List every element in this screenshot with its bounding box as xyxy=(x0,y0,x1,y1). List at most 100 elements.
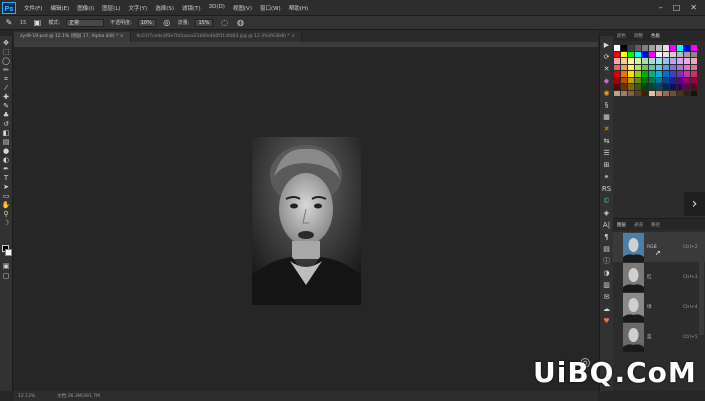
menu-item-6[interactable]: 滤镜(T) xyxy=(178,4,205,12)
brush-tool-icon[interactable]: ✎ xyxy=(4,18,14,28)
rs-plugin-icon[interactable]: RS xyxy=(602,184,612,194)
brush-panel-icon[interactable]: ▣ xyxy=(32,18,42,28)
clone-source-icon[interactable]: ⚭ xyxy=(602,172,612,182)
color-swatch[interactable] xyxy=(656,64,662,70)
color-swatch[interactable] xyxy=(691,71,697,77)
channel-row[interactable]: 绿 Ctrl+4 xyxy=(613,292,705,322)
lasso-tool-icon[interactable]: ◯ xyxy=(1,57,11,66)
color-swatch[interactable] xyxy=(684,58,690,64)
color-swatch[interactable] xyxy=(649,51,655,57)
blur-tool-icon[interactable]: ● xyxy=(1,147,11,156)
channel-row[interactable]: 蓝 Ctrl+5 xyxy=(613,322,705,352)
color-swatch[interactable] xyxy=(684,77,690,83)
airbrush-icon[interactable]: ◌ xyxy=(219,18,229,28)
brush-tool-icon[interactable]: ✎ xyxy=(1,102,11,111)
zoom-level[interactable]: 12.13% xyxy=(18,394,35,399)
color-swatch[interactable] xyxy=(635,90,641,96)
pen-tool-icon[interactable]: ✒ xyxy=(1,165,11,174)
color-swatch[interactable] xyxy=(628,58,634,64)
menu-item-4[interactable]: 文字(Y) xyxy=(125,4,152,12)
cloud-icon[interactable]: ☁ xyxy=(602,304,612,314)
color-swatch[interactable] xyxy=(642,71,648,77)
shape-tool-icon[interactable]: ▭ xyxy=(1,192,11,201)
adjustments-icon[interactable]: ◑ xyxy=(602,268,612,278)
pressure-opacity-icon[interactable]: ◎ xyxy=(162,18,172,28)
hand-tool-icon[interactable]: ✋ xyxy=(1,201,11,210)
portrait-photo[interactable] xyxy=(252,137,361,305)
move-tool-icon[interactable]: ✥ xyxy=(1,39,11,48)
minimize-button[interactable]: – xyxy=(659,3,663,12)
paragraph-icon[interactable]: ¶ xyxy=(602,232,612,242)
color-swatch[interactable] xyxy=(628,45,634,51)
color-swatch[interactable] xyxy=(677,64,683,70)
color-swatch[interactable] xyxy=(628,51,634,57)
libraries-icon[interactable]: ♥ xyxy=(602,316,612,326)
eraser-tool-icon[interactable]: ◧ xyxy=(1,129,11,138)
color-swatch[interactable] xyxy=(649,58,655,64)
quick-select-tool-icon[interactable]: ✏ xyxy=(1,66,11,75)
navigator-icon[interactable]: ⊞ xyxy=(602,160,612,170)
crop-tool-icon[interactable]: ⌗ xyxy=(1,75,11,84)
color-swatch[interactable] xyxy=(621,58,627,64)
tab-jpg-file[interactable]: 9c01f7cede3f0e7fa5aoca21b6fe4b0f1f.4fd03… xyxy=(130,32,302,42)
quick-mask-icon[interactable]: ▣ xyxy=(1,262,11,271)
color-swatch[interactable] xyxy=(670,64,676,70)
color-swatch[interactable] xyxy=(677,45,683,51)
tab-adjustments[interactable]: 调整 xyxy=(630,33,647,39)
tab-color[interactable]: 颜色 xyxy=(613,33,630,39)
stamp-tool-icon[interactable]: ♣ xyxy=(1,111,11,120)
color-swatch[interactable] xyxy=(691,90,697,96)
brush-size[interactable]: 15 xyxy=(20,20,26,26)
history-icon[interactable]: § xyxy=(602,100,612,110)
color-swatch[interactable] xyxy=(649,71,655,77)
color-swatch[interactable] xyxy=(614,58,620,64)
tab-paths[interactable]: 路径 xyxy=(647,222,664,228)
color-swatch[interactable] xyxy=(684,64,690,70)
color-swatch[interactable] xyxy=(649,84,655,90)
color-swatch[interactable] xyxy=(628,84,634,90)
zoom-tool-icon[interactable]: ⚲ xyxy=(1,210,11,219)
color-swatch[interactable] xyxy=(656,58,662,64)
menu-item-5[interactable]: 选择(S) xyxy=(151,4,178,12)
color-swatch[interactable] xyxy=(642,64,648,70)
history-brush-icon[interactable]: ↺ xyxy=(1,120,11,129)
color-swatch[interactable] xyxy=(663,58,669,64)
gradient-panel-icon[interactable]: ◆ xyxy=(602,76,612,86)
tab-channels[interactable]: 通道 xyxy=(630,222,647,228)
cross-icon[interactable]: ✕ xyxy=(602,64,612,74)
color-swatch[interactable] xyxy=(628,71,634,77)
color-swatch[interactable] xyxy=(621,90,627,96)
color-swatch[interactable] xyxy=(614,71,620,77)
marquee-tool-icon[interactable]: ⬚ xyxy=(1,48,11,57)
opacity-field[interactable]: 10% xyxy=(137,18,156,27)
menu-item-8[interactable]: 视图(V) xyxy=(229,4,256,12)
flow-field[interactable]: 15% xyxy=(195,18,214,27)
color-swatch[interactable] xyxy=(614,64,620,70)
tab-layers[interactable]: 图层 xyxy=(613,222,630,228)
mode-select[interactable]: 正常 xyxy=(66,18,105,27)
color-swatch[interactable] xyxy=(656,71,662,77)
brush-preset-icon[interactable]: ▦ xyxy=(602,112,612,122)
color-swatch[interactable] xyxy=(656,51,662,57)
color-swatch[interactable] xyxy=(621,84,627,90)
screen-mode-icon[interactable]: ▢ xyxy=(1,272,11,281)
character-icon[interactable]: A| xyxy=(602,220,612,230)
color-swatch[interactable] xyxy=(649,64,655,70)
color-swatch[interactable] xyxy=(635,84,641,90)
align-icon[interactable]: ⇆ xyxy=(602,136,612,146)
tab-swatches[interactable]: 色板 xyxy=(647,33,664,39)
panel-scrollbar[interactable] xyxy=(699,235,704,335)
color-swatch[interactable] xyxy=(621,45,627,51)
eyedropper-tool-icon[interactable]: ⁄ xyxy=(1,84,11,93)
color-swatch[interactable] xyxy=(691,51,697,57)
color-swatch[interactable] xyxy=(649,45,655,51)
background-color-swatch[interactable] xyxy=(5,249,12,256)
color-swatch[interactable] xyxy=(691,84,697,90)
color-swatch[interactable] xyxy=(684,45,690,51)
color-swatch[interactable] xyxy=(663,64,669,70)
color-swatch[interactable] xyxy=(656,90,662,96)
pressure-size-icon[interactable]: ◍ xyxy=(235,18,245,28)
cc-plugin-icon[interactable]: © xyxy=(602,196,612,206)
play-icon[interactable]: ▶ xyxy=(602,40,612,50)
color-swatch[interactable] xyxy=(691,77,697,83)
